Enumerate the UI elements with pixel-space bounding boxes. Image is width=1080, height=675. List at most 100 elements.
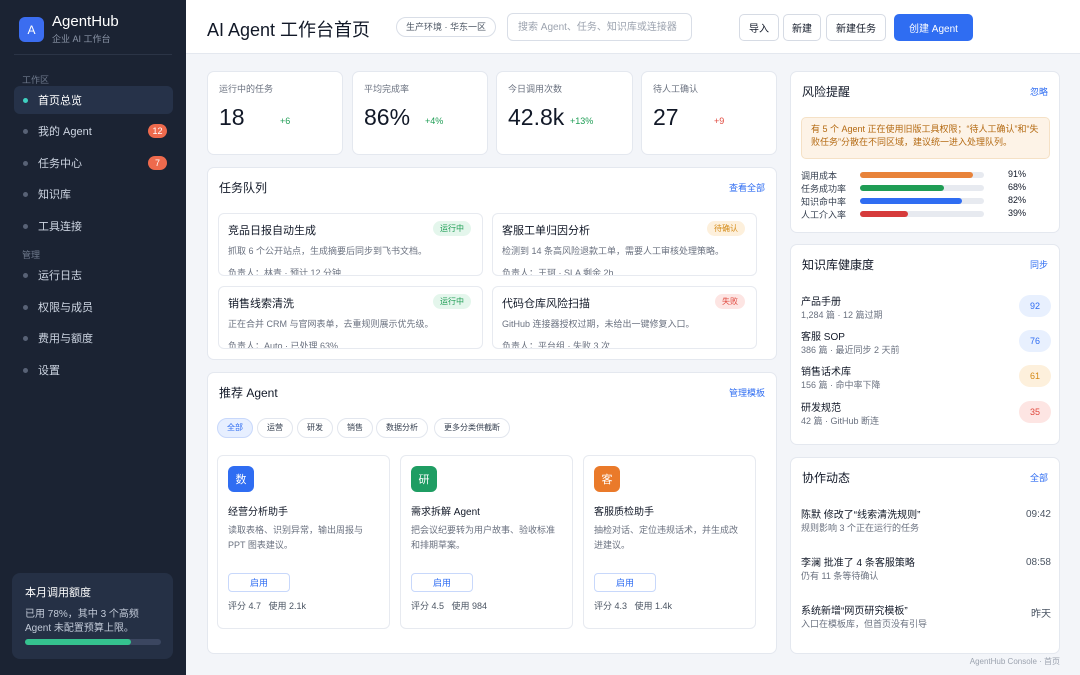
nav-dot-icon	[23, 305, 28, 310]
filter-chip-all[interactable]: 全部	[217, 418, 253, 438]
task-item[interactable]: 竞品日报自动生成 运行中 抓取 6 个公开站点，生成摘要后同步到飞书文档。 负责…	[218, 213, 483, 276]
quota-progress-bar	[25, 639, 161, 645]
kb-name: 销售话术库	[801, 367, 851, 378]
metric-bar-fill	[860, 172, 973, 178]
agent-rating: 评分 4.7	[228, 601, 262, 611]
metric-bar	[860, 198, 984, 204]
sidebar-item-home[interactable]: 首页总览	[14, 86, 173, 114]
agent-icon: 研	[411, 466, 437, 492]
manage-templates-link[interactable]: 管理模板	[729, 386, 765, 399]
app-name: AgentHub	[52, 13, 119, 30]
stat-label: 平均完成率	[364, 84, 410, 94]
sidebar-item-members[interactable]: 权限与成员	[14, 293, 173, 321]
filter-chip-sales[interactable]: 销售	[337, 418, 373, 438]
activity-item[interactable]: 系统新增“网页研究模板” 入口在模板库，但首页没有引导 昨天	[801, 602, 1051, 634]
sidebar-item-label: 费用与额度	[38, 333, 93, 345]
task-item[interactable]: 代码仓库风险扫描 失败 GitHub 连接器授权过期，未给出一键修复入口。 负责…	[492, 286, 757, 349]
sidebar-item-settings[interactable]: 设置	[14, 356, 173, 384]
section-label-admin: 管理	[22, 250, 41, 260]
enable-button[interactable]: 启用	[594, 573, 656, 592]
status-badge: 运行中	[433, 221, 471, 236]
task-item[interactable]: 客服工单归因分析 待确认 检测到 14 条高风险退款工单，需要人工审核处理策略。…	[492, 213, 757, 276]
agent-name: 经营分析助手	[228, 507, 288, 518]
kb-item[interactable]: 产品手册 1,284 篇 · 12 篇过期 92	[801, 293, 1051, 327]
quota-progress-fill	[25, 639, 132, 645]
kb-score-badge: 92	[1019, 295, 1051, 317]
kb-item[interactable]: 客服 SOP 386 篇 · 最近同步 2 天前 76	[801, 328, 1051, 362]
kb-meta: 42 篇 · GitHub 断连	[801, 416, 880, 426]
activity-subtitle: 仍有 11 条等待确认	[801, 571, 879, 581]
stat-delta: +9	[714, 116, 725, 126]
task-item[interactable]: 销售线索清洗 运行中 正在合并 CRM 与官网表单，去重规则展示优先级。 负责人…	[218, 286, 483, 349]
metric-bar	[860, 211, 984, 217]
agent-card[interactable]: 数 经营分析助手 读取表格、识别异常，输出周报与 PPT 图表建议。 启用 评分…	[217, 455, 390, 629]
sidebar-item-tools[interactable]: 工具连接	[14, 212, 173, 240]
count-badge: 12	[148, 124, 167, 138]
agent-rating: 评分 4.3	[594, 601, 628, 611]
sidebar-item-tasks[interactable]: 任务中心 7	[14, 149, 173, 177]
page-title: AI Agent 工作台首页	[207, 20, 371, 40]
view-all-link[interactable]: 查看全部	[729, 181, 765, 194]
metric-value: 68%	[1008, 182, 1027, 192]
metric-value: 82%	[1008, 195, 1027, 205]
enable-button[interactable]: 启用	[228, 573, 290, 592]
sidebar-item-billing[interactable]: 费用与额度	[14, 324, 173, 352]
sidebar-item-logs[interactable]: 运行日志	[14, 261, 173, 289]
filter-chip-data[interactable]: 数据分析	[376, 418, 428, 438]
view-all-activity-link[interactable]: 全部	[1030, 471, 1048, 484]
metric-value: 91%	[1008, 169, 1027, 179]
agent-card[interactable]: 客 客服质检助手 抽检对话、定位违规话术，并生成改进建议。 启用 评分 4.3 …	[583, 455, 756, 629]
stat-value: 18	[219, 104, 245, 130]
stat-label: 待人工确认	[653, 84, 699, 94]
sidebar-item-my-agent[interactable]: 我的 Agent 12	[14, 117, 173, 145]
filter-chip-more[interactable]: 更多分类供截断	[434, 418, 510, 438]
kb-item[interactable]: 销售话术库 156 篇 · 命中率下降 61	[801, 363, 1051, 397]
kb-score-badge: 61	[1019, 365, 1051, 387]
stat-card-calls: 今日调用次数 42.8k +13%	[496, 71, 633, 155]
kb-name: 客服 SOP	[801, 332, 845, 343]
sidebar-item-label: 工具连接	[38, 221, 82, 233]
activity-item[interactable]: 陈默 修改了“线索清洗规则” 规则影响 3 个正在运行的任务 09:42	[801, 506, 1051, 538]
create-agent-button[interactable]: 创建 Agent	[894, 14, 973, 41]
sidebar-item-label: 我的 Agent	[38, 126, 92, 138]
filter-chip-ops[interactable]: 运营	[257, 418, 293, 438]
metric-bar-fill	[860, 185, 945, 191]
stat-value: 27	[653, 104, 679, 130]
sidebar-item-label: 任务中心	[38, 158, 82, 170]
activity-title: 陈默 修改了“线索清洗规则”	[801, 510, 921, 521]
agent-icon: 数	[228, 466, 254, 492]
task-description: 抓取 6 个公开站点，生成摘要后同步到飞书文档。	[228, 246, 428, 256]
nav-dot-icon	[23, 192, 28, 197]
status-badge: 运行中	[433, 294, 471, 309]
agent-card[interactable]: 研 需求拆解 Agent 把会议纪要转为用户故事、验收标准和排期草案。 启用 评…	[400, 455, 573, 629]
card-title: 风险提醒	[802, 85, 851, 99]
task-description: 正在合并 CRM 与官网表单，去重规则展示优先级。	[228, 319, 434, 329]
ignore-link[interactable]: 忽略	[1030, 85, 1048, 98]
kb-item[interactable]: 研发规范 42 篇 · GitHub 断连 35	[801, 399, 1051, 433]
activity-card: 协作动态 全部 陈默 修改了“线索清洗规则” 规则影响 3 个正在运行的任务 09:…	[790, 457, 1060, 654]
new-button[interactable]: 新建	[783, 14, 821, 41]
enable-button[interactable]: 启用	[411, 573, 473, 592]
task-queue-card: 任务队列 查看全部 竞品日报自动生成 运行中 抓取 6 个公开站点，生成摘要后同…	[207, 167, 777, 360]
sidebar-divider	[14, 54, 172, 55]
task-name: 代码仓库风险扫描	[502, 298, 590, 310]
task-meta: 负责人：林青 · 预计 12 分钟	[228, 268, 342, 276]
metric-label: 人工介入率	[801, 210, 847, 220]
environment-selector[interactable]: 生产环境 · 华东一区	[396, 17, 496, 37]
new-task-button[interactable]: 新建任务	[826, 14, 886, 41]
sidebar: A AgentHub 企业 AI 工作台 工作区 首页总览 我的 Agent 12…	[0, 0, 186, 675]
stat-value: 42.8k	[508, 104, 565, 130]
activity-item[interactable]: 李澜 批准了 4 条客服策略 仍有 11 条等待确认 08:58	[801, 554, 1051, 586]
stat-card-running: 运行中的任务 18 +6	[207, 71, 343, 155]
import-button[interactable]: 导入	[739, 14, 779, 41]
brand[interactable]: A AgentHub 企业 AI 工作台	[19, 14, 119, 45]
count-badge: 7	[148, 156, 167, 170]
agent-icon: 客	[594, 466, 620, 492]
search-input[interactable]	[507, 13, 692, 41]
nav-dot-icon	[23, 336, 28, 341]
metric-bar-fill	[860, 198, 962, 204]
sync-link[interactable]: 同步	[1030, 258, 1048, 271]
sidebar-item-knowledge[interactable]: 知识库	[14, 180, 173, 208]
quota-title: 本月调用额度	[25, 587, 91, 599]
filter-chip-dev[interactable]: 研发	[297, 418, 333, 438]
